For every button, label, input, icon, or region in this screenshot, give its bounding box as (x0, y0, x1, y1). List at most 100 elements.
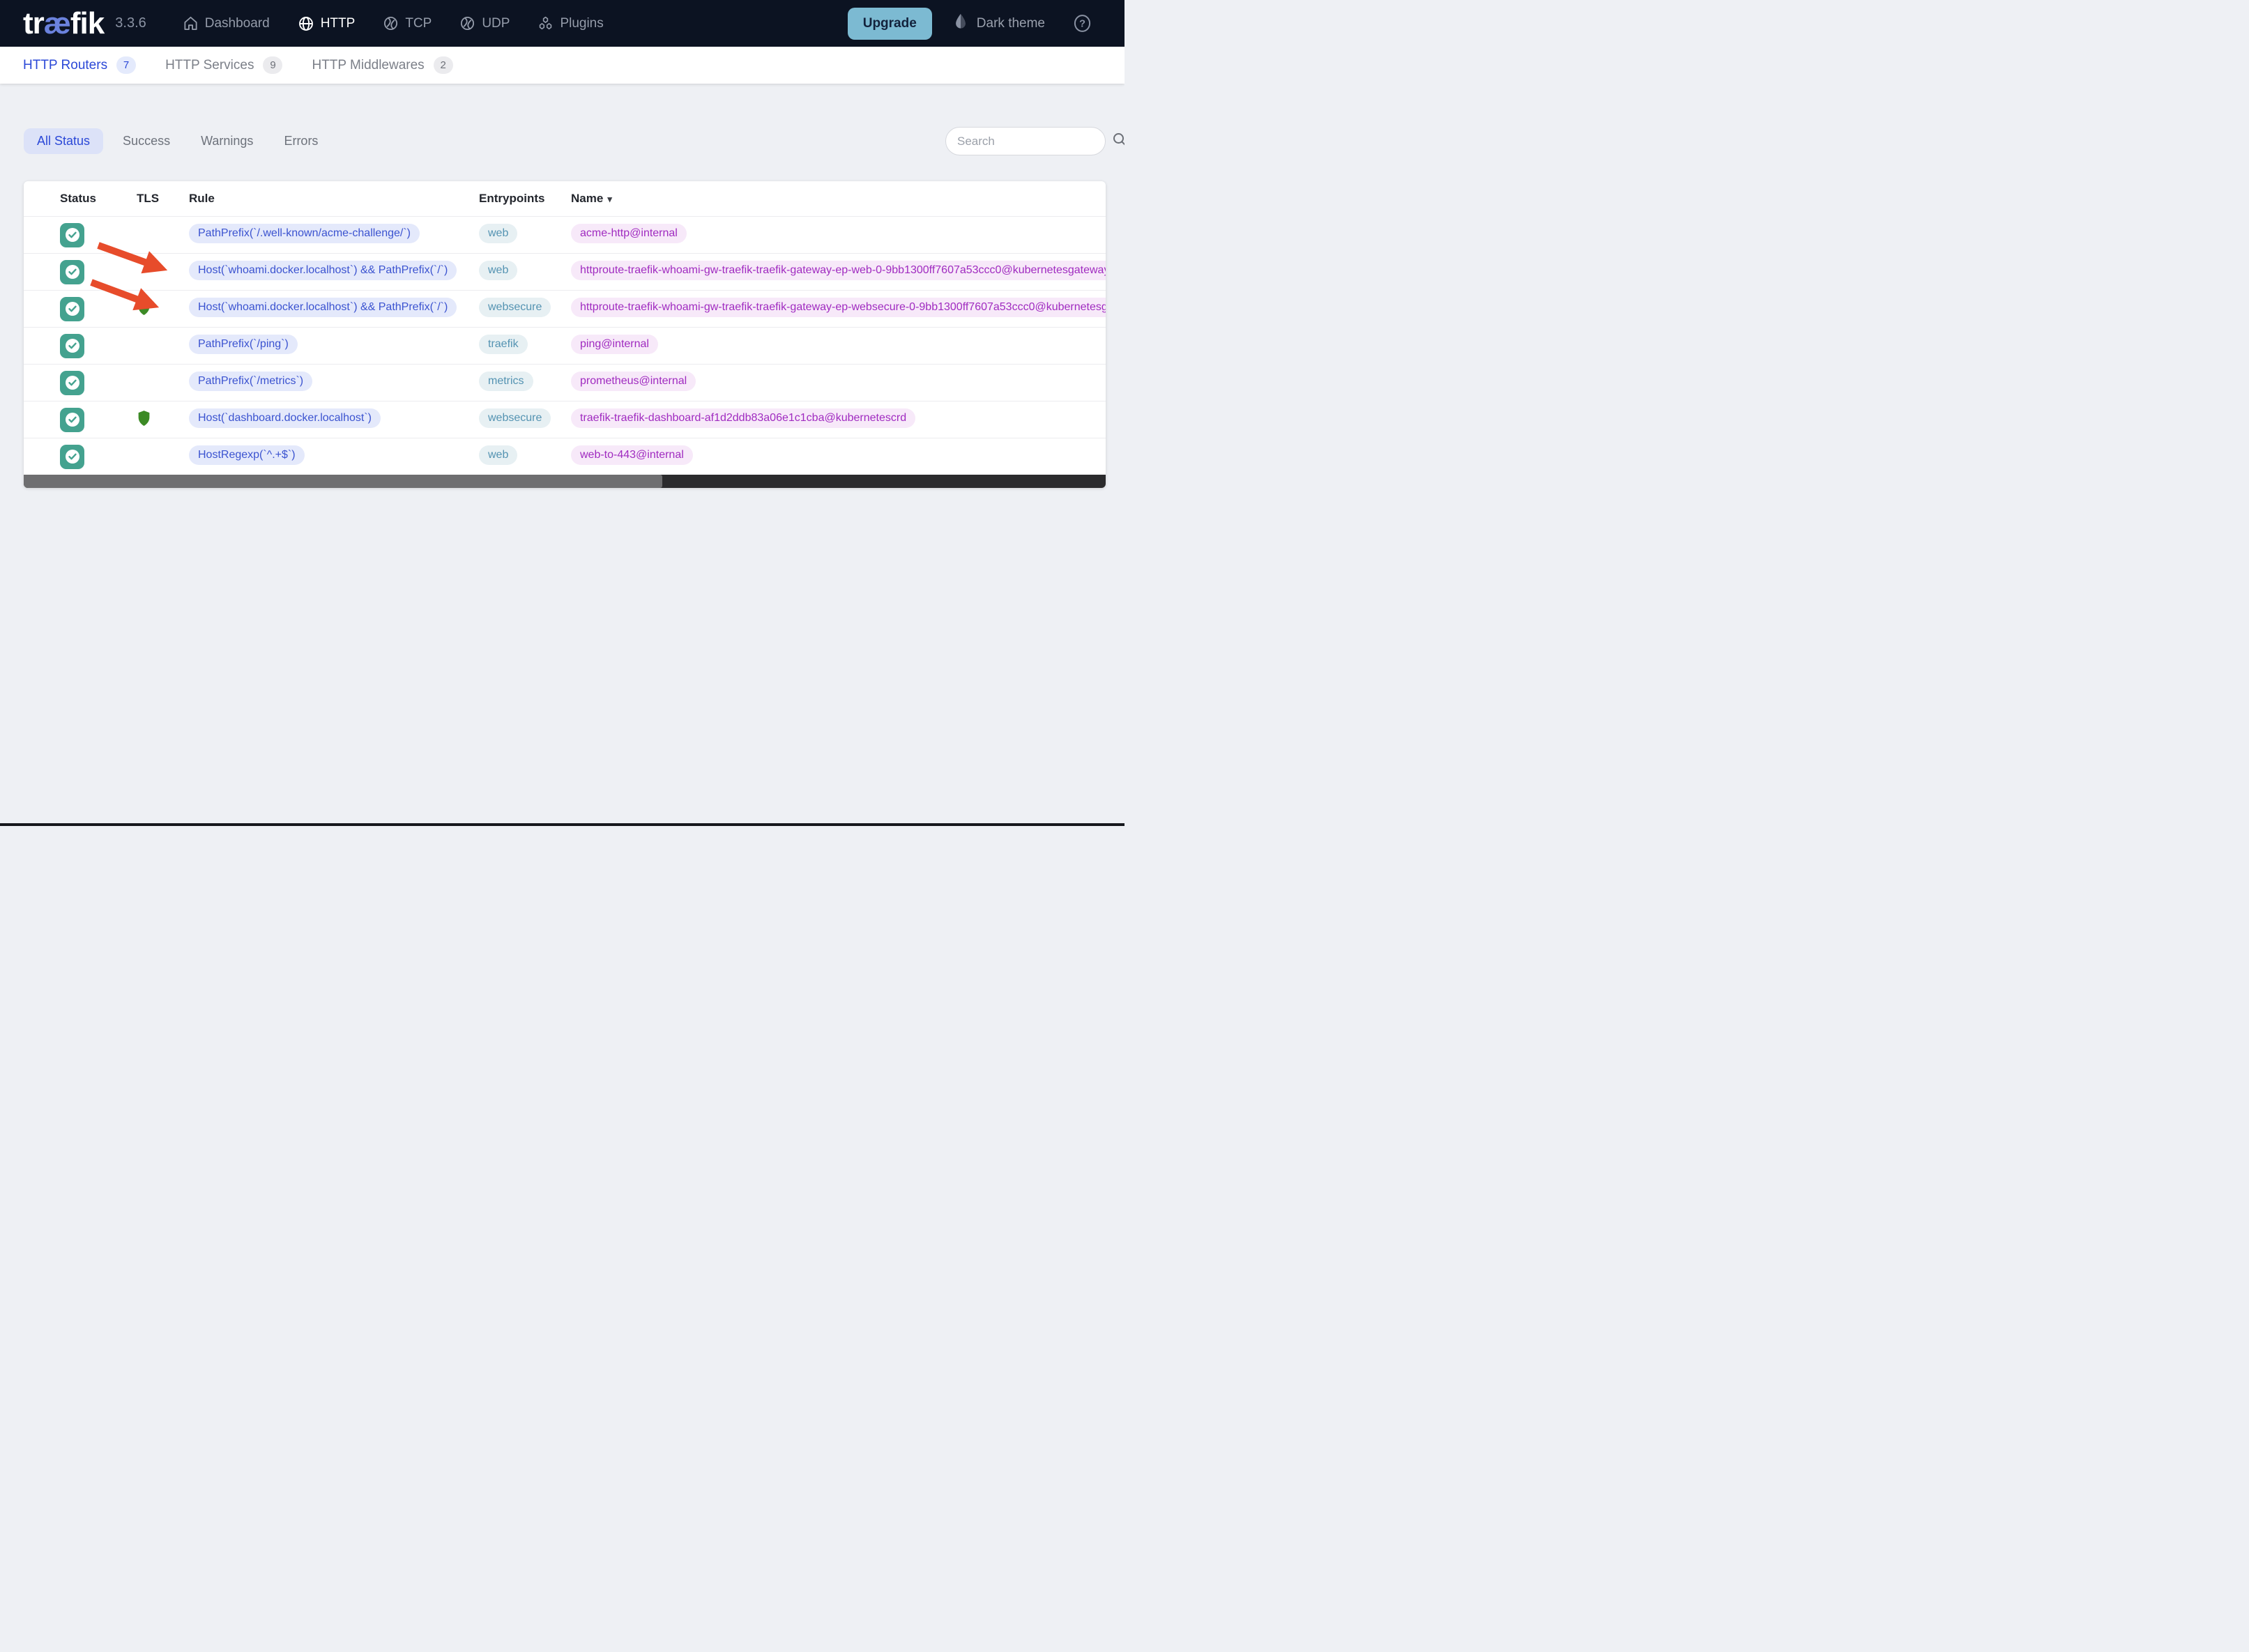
status-cell (24, 222, 135, 247)
status-success-icon (60, 333, 84, 358)
tab-label: HTTP Services (165, 57, 254, 72)
status-success-icon (60, 370, 84, 395)
status-cell (24, 296, 135, 321)
status-success-icon (60, 222, 84, 247)
upgrade-button[interactable]: Upgrade (847, 7, 932, 40)
tab-http-routers[interactable]: HTTP Routers 7 (23, 56, 137, 74)
name-pill: traefik-traefik-dashboard-af1d2ddb83a06e… (571, 408, 916, 428)
traefik-logo[interactable]: tr æ fik (23, 6, 105, 41)
column-header-name[interactable]: Name ▾ (571, 192, 1106, 206)
tab-label: HTTP Middlewares (312, 57, 425, 72)
status-cell (24, 333, 135, 358)
tab-http-middlewares[interactable]: HTTP Middlewares 2 (312, 56, 453, 74)
nav-item-dashboard[interactable]: Dashboard (183, 15, 270, 31)
name-cell: httproute-traefik-whoami-gw-traefik-trae… (571, 297, 1106, 321)
status-success-icon (60, 444, 84, 469)
nav-item-label: TCP (405, 15, 432, 31)
tls-cell (135, 298, 189, 320)
sort-caret-icon: ▾ (607, 194, 612, 204)
column-header-status[interactable]: Status (24, 192, 135, 206)
help-icon[interactable]: ? (1073, 14, 1092, 33)
nav-item-label: UDP (482, 15, 510, 31)
nav-item-http[interactable]: HTTP (298, 15, 356, 32)
status-success-icon (60, 259, 84, 284)
rule-pill: HostRegexp(`^.+$`) (189, 445, 305, 465)
status-cell (24, 407, 135, 432)
logo-text-ae: æ (43, 6, 71, 40)
search-icon (1111, 131, 1124, 151)
nav-item-tcp[interactable]: TCP (383, 15, 432, 31)
toolbar: All Status Success Warnings Errors (24, 127, 1124, 155)
rule-cell: Host(`whoami.docker.localhost`) && PathP… (189, 297, 479, 321)
rule-cell: PathPrefix(`/ping`) (189, 334, 479, 358)
svg-text:?: ? (1079, 19, 1085, 30)
name-pill: httproute-traefik-whoami-gw-traefik-trae… (571, 260, 1106, 280)
network-sphere-icon (383, 15, 399, 31)
rule-cell: Host(`whoami.docker.localhost`) && PathP… (189, 260, 479, 284)
tab-http-services[interactable]: HTTP Services 9 (165, 56, 283, 74)
traefik-dashboard: tr æ fik 3.3.6 Dashboard HTTP TCP UDP Pl… (0, 0, 1124, 826)
theme-toggle[interactable]: Dark theme (953, 13, 1045, 34)
status-success-icon (60, 296, 84, 321)
filter-all-status[interactable]: All Status (24, 128, 104, 154)
theme-toggle-label: Dark theme (976, 15, 1045, 31)
entrypoints-cell: web (479, 445, 571, 468)
column-header-entrypoints[interactable]: Entrypoints (479, 192, 571, 206)
entrypoint-pill: web (479, 445, 518, 465)
rule-cell: PathPrefix(`/.well-known/acme-challenge/… (189, 223, 479, 247)
filter-warnings[interactable]: Warnings (190, 128, 264, 154)
tab-label: HTTP Routers (23, 57, 108, 72)
rule-pill: Host(`dashboard.docker.localhost`) (189, 408, 381, 428)
window-bottom-edge (0, 823, 1124, 826)
name-cell: prometheus@internal (571, 371, 1106, 395)
column-header-tls[interactable]: TLS (135, 192, 189, 206)
tls-shield-icon (137, 298, 151, 316)
globe-icon (298, 15, 314, 32)
filter-errors[interactable]: Errors (273, 128, 329, 154)
logo-text: tr (23, 6, 45, 40)
rule-pill: PathPrefix(`/metrics`) (189, 371, 313, 391)
nav-item-plugins[interactable]: Plugins (538, 15, 604, 31)
name-cell: ping@internal (571, 334, 1106, 358)
version-label: 3.3.6 (115, 15, 146, 31)
search-box (945, 127, 1124, 155)
rule-cell: PathPrefix(`/metrics`) (189, 371, 479, 395)
column-header-rule[interactable]: Rule (189, 192, 479, 206)
nav-item-label: HTTP (320, 15, 356, 31)
count-badge: 9 (263, 56, 283, 74)
rule-cell: Host(`dashboard.docker.localhost`) (189, 408, 479, 431)
home-icon (183, 15, 199, 31)
entrypoints-cell: web (479, 223, 571, 247)
name-pill: ping@internal (571, 334, 658, 354)
entrypoints-cell: metrics (479, 371, 571, 395)
table-row[interactable]: Host(`whoami.docker.localhost`) && PathP… (24, 290, 1106, 327)
rule-pill: Host(`whoami.docker.localhost`) && PathP… (189, 260, 457, 280)
table-row[interactable]: Host(`whoami.docker.localhost`) && PathP… (24, 253, 1106, 290)
table-row[interactable]: HostRegexp(`^.+$`) web web-to-443@intern… (24, 438, 1106, 475)
horizontal-scrollbar[interactable] (24, 475, 1106, 488)
app-header: tr æ fik 3.3.6 Dashboard HTTP TCP UDP Pl… (0, 0, 1124, 47)
entrypoint-pill: websecure (479, 297, 551, 317)
table-row[interactable]: PathPrefix(`/ping`) traefik ping@interna… (24, 327, 1106, 364)
count-badge: 2 (433, 56, 453, 74)
rule-pill: PathPrefix(`/ping`) (189, 334, 298, 354)
rule-cell: HostRegexp(`^.+$`) (189, 445, 479, 468)
entrypoint-pill: websecure (479, 408, 551, 428)
entrypoints-cell: traefik (479, 334, 571, 358)
table-row[interactable]: Host(`dashboard.docker.localhost`) webse… (24, 401, 1106, 438)
entrypoint-pill: web (479, 260, 518, 280)
name-pill: web-to-443@internal (571, 445, 693, 465)
logo-text-tail: fik (70, 6, 105, 40)
count-badge: 7 (116, 56, 137, 74)
name-pill: prometheus@internal (571, 371, 696, 391)
nav-item-udp[interactable]: UDP (459, 15, 510, 31)
status-success-icon (60, 407, 84, 432)
table-row[interactable]: PathPrefix(`/.well-known/acme-challenge/… (24, 216, 1106, 253)
network-sphere-icon (459, 15, 475, 31)
status-cell (24, 370, 135, 395)
filter-success[interactable]: Success (112, 128, 181, 154)
search-input[interactable] (957, 134, 1111, 148)
entrypoint-pill: metrics (479, 371, 533, 391)
table-row[interactable]: PathPrefix(`/metrics`) metrics prometheu… (24, 364, 1106, 401)
scrollbar-thumb[interactable] (24, 475, 662, 488)
